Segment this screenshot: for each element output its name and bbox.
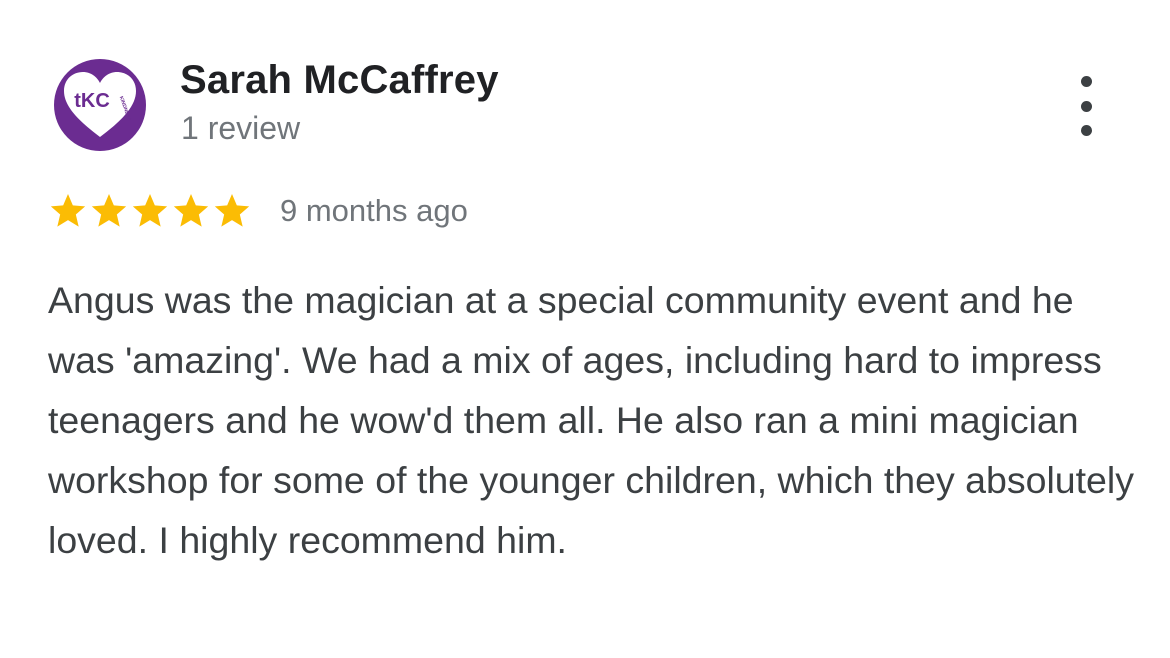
star-icon xyxy=(214,194,250,227)
star-icon xyxy=(173,194,209,227)
review-card: tKC KINDNESS Sarah McCaffrey 1 review 9 … xyxy=(0,0,1170,658)
review-time: 9 months ago xyxy=(280,193,468,228)
more-vert-icon xyxy=(1080,76,1092,87)
star-rating xyxy=(48,191,253,231)
avatar[interactable]: tKC KINDNESS xyxy=(54,59,146,151)
star-icon xyxy=(132,194,168,227)
reviewer-name[interactable]: Sarah McCaffrey xyxy=(180,58,499,103)
avatar-initials: tKC xyxy=(74,90,110,112)
review-count: 1 review xyxy=(181,110,301,146)
heart-logo-icon: tKC KINDNESS xyxy=(64,72,136,137)
more-vert-icon-dot xyxy=(1080,125,1092,136)
more-vert-icon-dot xyxy=(1080,100,1092,112)
more-options-button[interactable] xyxy=(1066,76,1106,136)
rating-row: 9 months ago xyxy=(48,188,468,234)
star-icon xyxy=(50,194,86,227)
star-icon xyxy=(91,194,127,227)
review-text: Angus was the magician at a special comm… xyxy=(48,279,1134,561)
